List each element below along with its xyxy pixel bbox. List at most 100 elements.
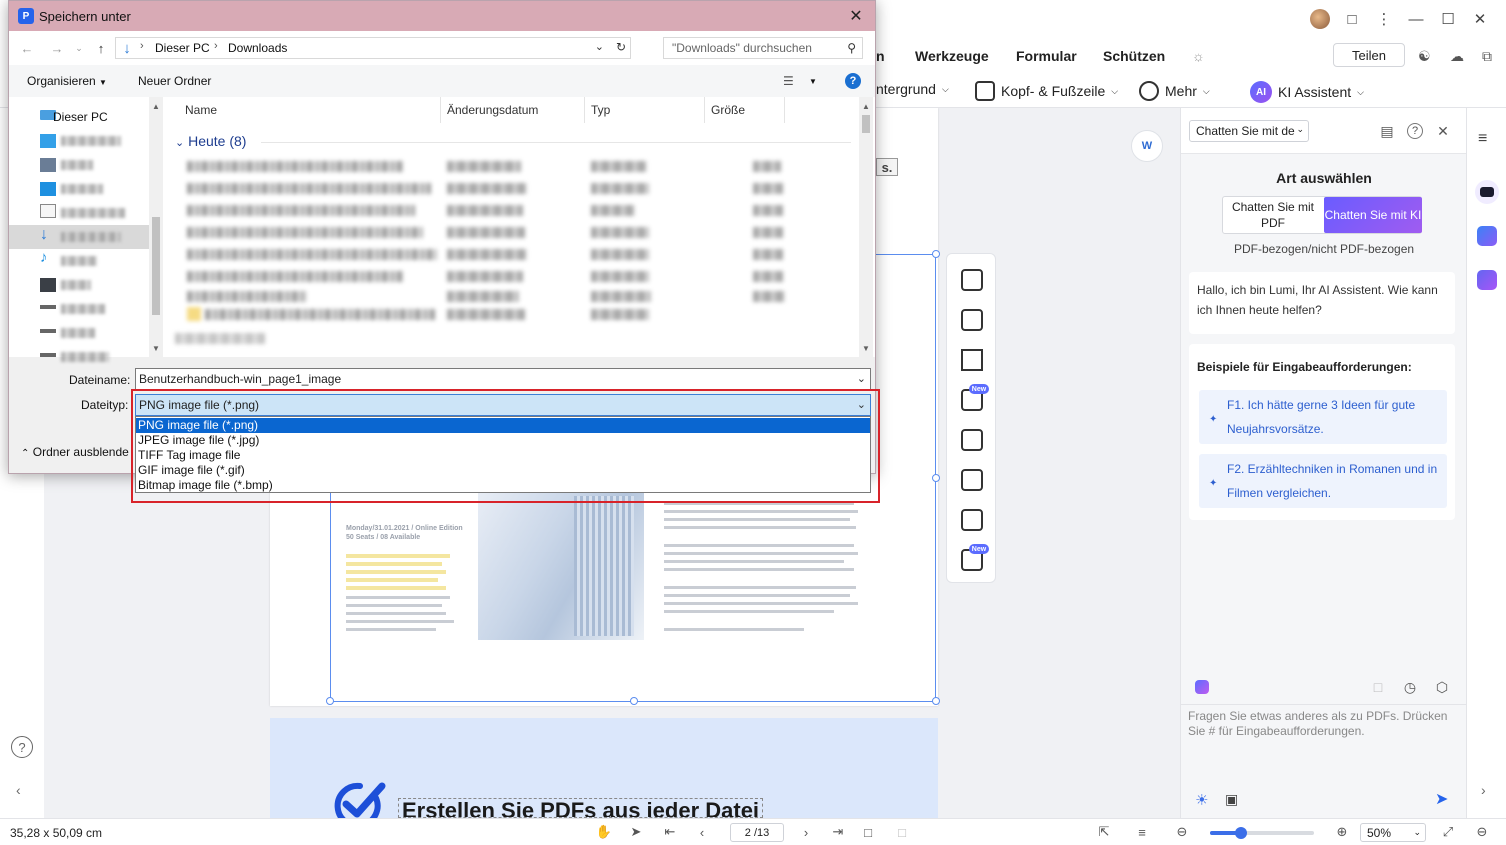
send-icon[interactable]: ➤ [1435, 789, 1448, 809]
zoom-select[interactable]: 50% ⌄ [1360, 823, 1426, 842]
task-check-icon[interactable] [1477, 270, 1497, 290]
feedback-icon[interactable]: □ [1338, 6, 1366, 32]
blurred-file-name[interactable] [187, 183, 431, 194]
first-page-icon[interactable]: ⇤ [662, 824, 678, 840]
save-image-icon[interactable] [961, 309, 983, 331]
address-bar[interactable]: ↓ › Dieser PC › Downloads ⌄ ↻ [115, 37, 631, 59]
close-window-icon[interactable]: ✕ [1466, 6, 1494, 32]
breadcrumb-downloads[interactable]: Downloads [228, 41, 287, 55]
upload-cloud-icon[interactable]: ☁ [1450, 48, 1464, 65]
ai-input-area[interactable]: Fragen Sie etwas anderes als zu PDFs. Dr… [1181, 704, 1467, 818]
scroll-up-icon[interactable]: ▲ [151, 101, 161, 111]
chevron-down-icon[interactable]: ⌄ [857, 372, 866, 385]
expand-right-icon[interactable]: › [1481, 782, 1486, 798]
nav-item[interactable]: ♪ [9, 249, 149, 273]
blurred-file-name[interactable] [205, 309, 435, 320]
menu-item-schuetzen[interactable]: Schützen [1103, 48, 1165, 64]
nav-scroll-thumb[interactable] [152, 217, 160, 315]
help-icon[interactable]: ? [845, 73, 861, 89]
zoom-slider-knob[interactable] [1235, 827, 1248, 839]
collapse-left-icon[interactable]: ‹ [16, 782, 21, 798]
resize-handle[interactable] [326, 697, 334, 705]
column-modified[interactable]: Änderungsdatum [441, 97, 585, 123]
nav-scrollbar[interactable]: ▲ ▼ [149, 97, 163, 357]
scroll-down-icon[interactable]: ▼ [861, 343, 871, 353]
page-number-input[interactable]: 2 /13 [730, 823, 784, 842]
last-page-icon[interactable]: ⇥ [830, 824, 846, 840]
help-circle-icon[interactable]: ? [1407, 123, 1423, 139]
view-dropdown-icon[interactable]: ▼ [809, 77, 817, 86]
blurred-file-name[interactable] [187, 227, 423, 238]
chat-history-icon[interactable]: ▤ [1379, 123, 1395, 139]
blurred-file-name[interactable] [187, 291, 307, 302]
back-arrow-icon[interactable]: ← [19, 40, 35, 56]
organize-button[interactable]: Organisieren ▼ [27, 74, 107, 88]
view-mode-icon[interactable]: ⊖ [1474, 824, 1490, 840]
nav-item[interactable] [9, 297, 149, 321]
close-icon[interactable]: ✕ [843, 4, 869, 28]
ai-robot-icon[interactable] [1475, 180, 1499, 204]
prompt-library-icon[interactable] [1195, 680, 1209, 694]
refresh-icon[interactable]: ↻ [616, 40, 626, 54]
scroll-down-icon[interactable]: ▼ [151, 343, 161, 353]
help-icon[interactable]: ? [11, 736, 33, 758]
translate-image-icon[interactable] [961, 509, 983, 531]
nav-item[interactable] [9, 321, 149, 345]
breadcrumb-dieser-pc[interactable]: Dieser PC [155, 41, 210, 55]
zoom-out-icon[interactable]: ⊖ [1174, 824, 1190, 840]
ai-assistant-tool[interactable]: AI KI Assistent ⌵ [1250, 81, 1364, 103]
share-button[interactable]: Teilen [1333, 43, 1405, 67]
add-image-icon[interactable] [961, 269, 983, 291]
blurred-file-name[interactable] [187, 161, 403, 172]
replace-image-icon[interactable] [961, 429, 983, 451]
properties-sliders-icon[interactable]: ≡ [1478, 130, 1487, 148]
chat-mode-select[interactable]: Chatten Sie mit de ⌄ [1189, 120, 1309, 142]
zoom-in-icon[interactable]: ⊕ [1334, 824, 1350, 840]
resize-handle[interactable] [932, 474, 940, 482]
example-prompt-1[interactable]: ✦ F1. Ich hätte gerne 3 Ideen für gute Ne… [1199, 390, 1447, 444]
up-arrow-icon[interactable]: ↑ [93, 40, 109, 56]
page-view-icon[interactable]: □ [894, 824, 910, 840]
nav-item[interactable] [9, 273, 149, 297]
maximize-icon[interactable]: ☐ [1434, 6, 1462, 32]
hand-tool-icon[interactable]: ✋ [596, 824, 612, 840]
fullscreen-icon[interactable]: ⤢ [1440, 824, 1456, 840]
blurred-file-name[interactable] [187, 249, 437, 260]
nav-item[interactable] [9, 201, 149, 225]
next-page-icon[interactable]: › [798, 824, 814, 840]
rotate-icon[interactable]: □ [860, 824, 876, 840]
crop-icon[interactable] [961, 349, 983, 371]
minimize-icon[interactable]: — [1402, 6, 1430, 32]
forward-arrow-icon[interactable]: → [49, 40, 65, 56]
mode-pdf-button[interactable]: Chatten Sie mit PDF [1223, 197, 1323, 233]
header-footer-tool[interactable]: Kopf- & Fußzeile ⌵ [975, 81, 1118, 101]
resize-handle[interactable] [932, 250, 940, 258]
address-dropdown-icon[interactable]: ⌄ [595, 40, 604, 53]
recent-chevron-icon[interactable]: ⌄ [71, 40, 87, 56]
example-prompt-2[interactable]: ✦ F2. Erzähltechniken in Romanen und in F… [1199, 454, 1447, 508]
lightbulb-icon[interactable]: ☼ [1192, 48, 1205, 64]
menu-item-werkzeuge[interactable]: Werkzeuge [915, 48, 989, 64]
search-input[interactable]: "Downloads" durchsuchen ⚲ [663, 37, 863, 59]
background-tool[interactable]: ntergrund ⌵ [876, 81, 949, 97]
fit-select-icon[interactable]: ⇱ [1096, 824, 1112, 840]
convert-to-word-icon[interactable]: W [1131, 130, 1163, 162]
blurred-group-header[interactable] [175, 333, 265, 344]
tips-lightbulb-icon[interactable]: ☀ [1195, 791, 1208, 809]
file-scroll-thumb[interactable] [862, 115, 870, 133]
prev-page-icon[interactable]: ‹ [694, 824, 710, 840]
column-type[interactable]: Typ [585, 97, 705, 123]
nav-item-downloads[interactable]: ↓ [9, 225, 149, 249]
page-layout-icon[interactable]: ≡ [1134, 824, 1150, 840]
avatar[interactable] [1306, 6, 1334, 32]
more-vertical-icon[interactable]: ⋮ [1370, 6, 1398, 32]
resize-handle[interactable] [932, 697, 940, 705]
mode-ai-button[interactable]: Chatten Sie mit KI [1324, 197, 1422, 233]
nav-item[interactable] [9, 345, 149, 369]
ocr-text-icon[interactable] [961, 469, 983, 491]
nav-item[interactable] [9, 129, 149, 153]
open-external-icon[interactable]: ⧉ [1482, 48, 1492, 65]
history-clock-icon[interactable]: ◷ [1401, 678, 1419, 696]
new-folder-button[interactable]: Neuer Ordner [138, 74, 211, 88]
close-panel-icon[interactable]: ✕ [1435, 123, 1451, 139]
